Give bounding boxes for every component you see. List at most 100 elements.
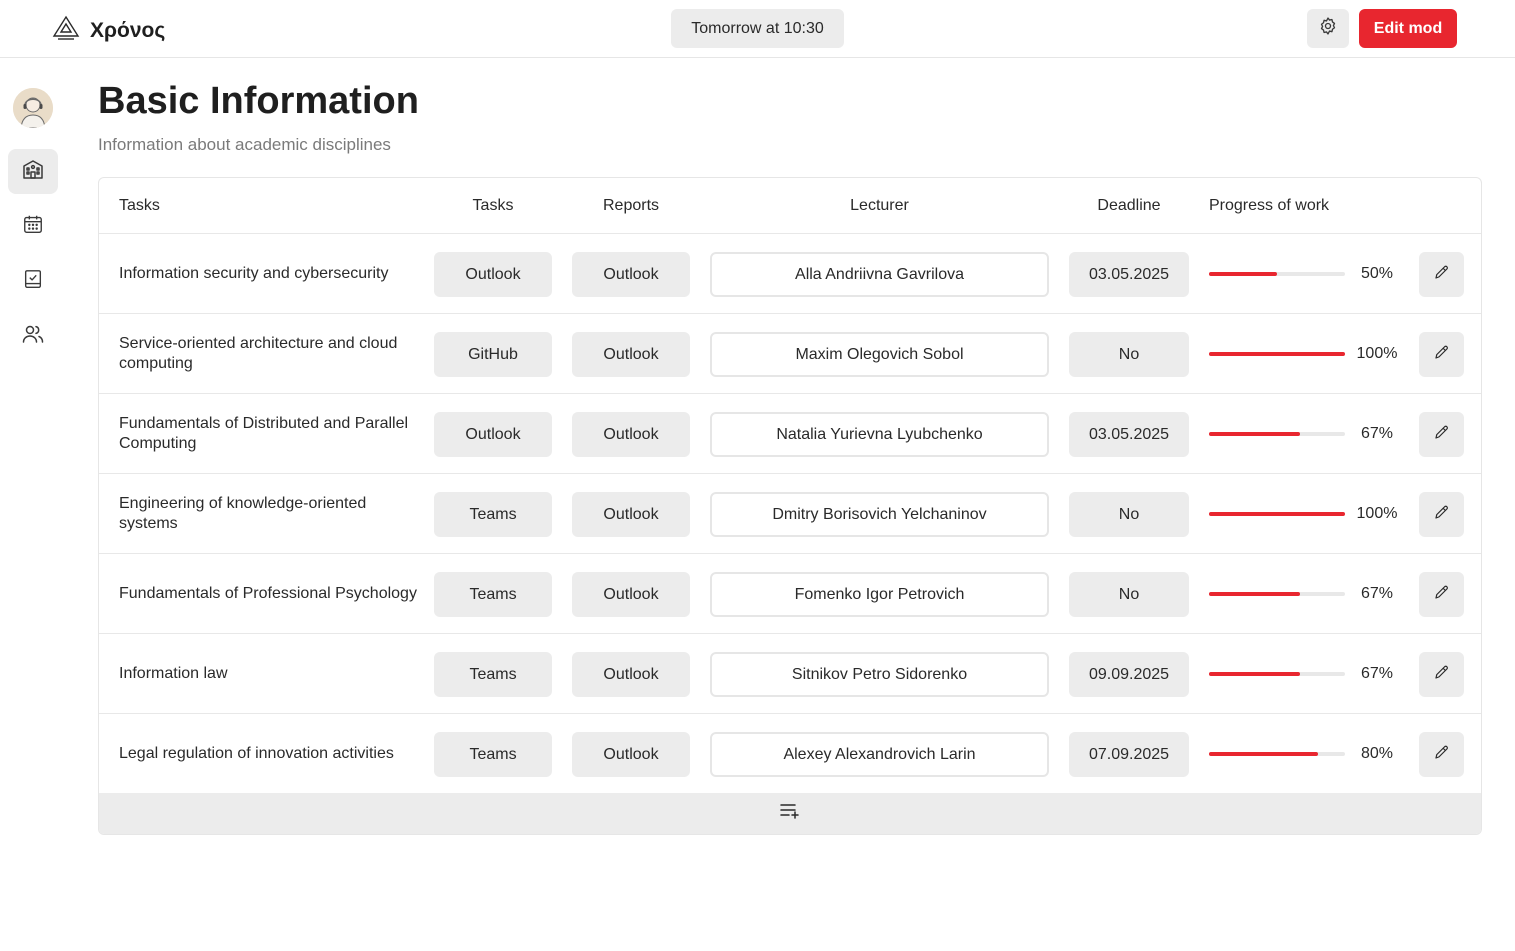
discipline-name: Engineering of knowledge-oriented system… xyxy=(119,495,367,532)
progress-percent: 80% xyxy=(1360,745,1394,762)
tasks-link[interactable]: Teams xyxy=(434,652,552,697)
tasks-link[interactable]: Teams xyxy=(434,492,552,537)
app-logo[interactable]: Χρόνος xyxy=(52,14,165,47)
tasks-link[interactable]: Outlook xyxy=(434,412,552,457)
deadline-badge[interactable]: 07.09.2025 xyxy=(1069,732,1189,777)
tasks-link[interactable]: Teams xyxy=(434,572,552,617)
building-icon xyxy=(21,157,45,186)
sidebar-item-tasks[interactable] xyxy=(8,259,58,304)
edit-row-button[interactable] xyxy=(1419,252,1464,297)
sidebar-item-home[interactable] xyxy=(8,149,58,194)
discipline-name: Information security and cybersecurity xyxy=(119,265,389,282)
reports-link[interactable]: Outlook xyxy=(572,492,690,537)
progress-bar xyxy=(1209,512,1345,516)
deadline-badge[interactable]: No xyxy=(1069,572,1189,617)
sidebar-item-users[interactable] xyxy=(8,314,58,359)
lecturer-field[interactable]: Sitnikov Petro Sidorenko xyxy=(710,652,1049,697)
deadline-badge[interactable]: No xyxy=(1069,492,1189,537)
pencil-icon xyxy=(1433,503,1451,526)
progress-percent: 67% xyxy=(1360,425,1394,442)
discipline-name: Information law xyxy=(119,665,228,682)
deadline-badge[interactable]: 03.05.2025 xyxy=(1069,252,1189,297)
progress-bar-fill xyxy=(1209,432,1301,436)
column-header-deadline: Deadline xyxy=(1097,197,1161,214)
progress-bar xyxy=(1209,432,1345,436)
table-header: Tasks Tasks Reports Lecturer Deadline Pr… xyxy=(99,178,1481,234)
reports-link[interactable]: Outlook xyxy=(572,412,690,457)
progress-bar-fill xyxy=(1209,272,1277,276)
column-header-reports: Reports xyxy=(602,197,660,214)
edit-row-button[interactable] xyxy=(1419,412,1464,457)
table-row: Service-oriented architecture and cloud … xyxy=(99,314,1481,394)
progress-bar-fill xyxy=(1209,752,1318,756)
deadline-badge[interactable]: 03.05.2025 xyxy=(1069,412,1189,457)
top-bar: Χρόνος Tomorrow at 10:30 Edit mod xyxy=(0,0,1515,58)
edit-row-button[interactable] xyxy=(1419,332,1464,377)
progress-percent: 100% xyxy=(1356,505,1398,522)
users-icon xyxy=(21,322,45,351)
add-row-button[interactable] xyxy=(99,793,1481,834)
next-event-badge[interactable]: Tomorrow at 10:30 xyxy=(671,9,844,48)
progress-percent: 50% xyxy=(1360,265,1394,282)
lecturer-field[interactable]: Maxim Olegovich Sobol xyxy=(710,332,1049,377)
reports-link[interactable]: Outlook xyxy=(572,572,690,617)
discipline-name: Service-oriented architecture and cloud … xyxy=(119,335,398,372)
progress-bar xyxy=(1209,272,1345,276)
lecturer-field[interactable]: Alla Andriivna Gavrilova xyxy=(710,252,1049,297)
tasks-link[interactable]: GitHub xyxy=(434,332,552,377)
edit-row-button[interactable] xyxy=(1419,652,1464,697)
column-header-lecturer: Lecturer xyxy=(850,197,909,214)
progress-bar xyxy=(1209,352,1345,356)
column-header-progress: Progress of work xyxy=(1209,197,1330,214)
column-header-name: Tasks xyxy=(119,197,160,214)
avatar[interactable] xyxy=(13,88,53,128)
pencil-icon xyxy=(1433,423,1451,446)
deadline-badge[interactable]: 09.09.2025 xyxy=(1069,652,1189,697)
progress-percent: 67% xyxy=(1360,585,1394,602)
discipline-name: Legal regulation of innovation activitie… xyxy=(119,745,394,762)
pencil-icon xyxy=(1433,663,1451,686)
progress-bar xyxy=(1209,752,1345,756)
app-name: Χρόνος xyxy=(90,18,166,42)
lecturer-field[interactable]: Natalia Yurievna Lyubchenko xyxy=(710,412,1049,457)
lecturer-field[interactable]: Dmitry Borisovich Yelchaninov xyxy=(710,492,1049,537)
progress-bar xyxy=(1209,592,1345,596)
disciplines-table: Tasks Tasks Reports Lecturer Deadline Pr… xyxy=(98,177,1482,835)
edit-row-button[interactable] xyxy=(1419,572,1464,617)
page-title: Basic Information xyxy=(98,80,419,122)
discipline-name: Fundamentals of Distributed and Parallel… xyxy=(119,415,409,452)
tasks-link[interactable]: Teams xyxy=(434,732,552,777)
reports-link[interactable]: Outlook xyxy=(572,252,690,297)
progress-bar xyxy=(1209,672,1345,676)
table-row: Information law Teams Outlook Sitnikov Petr… xyxy=(99,634,1481,714)
pencil-icon xyxy=(1433,343,1451,366)
progress-bar-fill xyxy=(1209,512,1345,516)
edit-mode-button[interactable]: Edit mod xyxy=(1359,9,1457,48)
checklist-book-icon xyxy=(22,268,44,295)
progress-percent: 100% xyxy=(1356,345,1398,362)
sidebar-item-calendar[interactable] xyxy=(8,204,58,249)
deadline-badge[interactable]: No xyxy=(1069,332,1189,377)
table-row: Information security and cybersecurity Ou… xyxy=(99,234,1481,314)
tasks-link[interactable]: Outlook xyxy=(434,252,552,297)
edit-row-button[interactable] xyxy=(1419,732,1464,777)
pencil-icon xyxy=(1433,583,1451,606)
progress-bar-fill xyxy=(1209,352,1345,356)
table-row: Fundamentals of Distributed and Parallel… xyxy=(99,394,1481,474)
discipline-name: Fundamentals of Professional Psychology xyxy=(119,585,417,602)
progress-percent: 67% xyxy=(1360,665,1394,682)
progress-bar-fill xyxy=(1209,672,1301,676)
edit-row-button[interactable] xyxy=(1419,492,1464,537)
gear-icon xyxy=(1318,16,1338,41)
settings-button[interactable] xyxy=(1307,9,1349,48)
progress-bar-fill xyxy=(1209,592,1301,596)
pencil-icon xyxy=(1433,743,1451,766)
table-row: Fundamentals of Professional Psychology T… xyxy=(99,554,1481,634)
calendar-icon xyxy=(22,213,44,240)
reports-link[interactable]: Outlook xyxy=(572,732,690,777)
reports-link[interactable]: Outlook xyxy=(572,332,690,377)
lecturer-field[interactable]: Alexey Alexandrovich Larin xyxy=(710,732,1049,777)
reports-link[interactable]: Outlook xyxy=(572,652,690,697)
lecturer-field[interactable]: Fomenko Igor Petrovich xyxy=(710,572,1049,617)
pencil-icon xyxy=(1433,263,1451,286)
